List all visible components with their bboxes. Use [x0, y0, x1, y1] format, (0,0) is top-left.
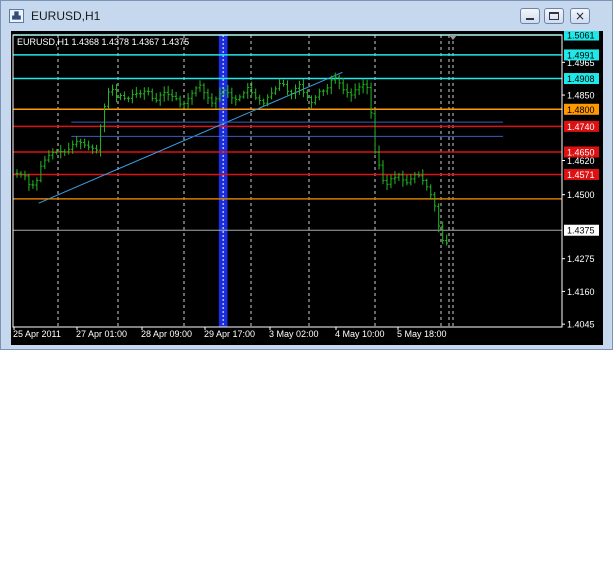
x-tick-label-1: 27 Apr 01:00	[76, 329, 127, 339]
y-tick-label-5: 1.4160	[567, 287, 595, 297]
close-icon: ×	[574, 9, 586, 23]
x-tick-label-5: 4 May 10:00	[335, 329, 385, 339]
close-button[interactable]: ×	[570, 8, 590, 24]
title-bar[interactable]: ▟▙ EURUSD,H1 ×	[1, 1, 612, 31]
x-tick-label-4: 3 May 02:00	[269, 329, 319, 339]
y-tick-label-2: 1.4620	[567, 156, 595, 166]
level-label-5: 1.4650	[567, 147, 595, 157]
chart-canvas[interactable]: 1.49651.48501.46201.45001.42751.41601.40…	[11, 31, 603, 345]
chart-info-label: EURUSD,H1 1.4368 1.4378 1.4367 1.4375	[17, 37, 189, 47]
maximize-button[interactable]	[544, 8, 564, 24]
y-tick-label-4: 1.4275	[567, 254, 595, 264]
y-tick-label-3: 1.4500	[567, 190, 595, 200]
maximize-icon	[549, 12, 559, 20]
x-tick-label-3: 29 Apr 17:00	[204, 329, 255, 339]
level-label-3: 1.4800	[567, 105, 595, 115]
level-label-2: 1.4908	[567, 74, 595, 84]
price-chart[interactable]: 1.4965 1.4850 1.4620 1.4500 1.4275 1.4160 1.40…	[11, 31, 603, 345]
level-label-4: 1.4740	[567, 122, 595, 132]
x-tick-label-6: 5 May 18:00	[397, 329, 447, 339]
chart-window-icon[interactable]: ▟▙	[9, 9, 24, 23]
minimize-icon	[526, 18, 534, 20]
y-tick-label-6: 1.4045	[567, 320, 595, 330]
window-title: EURUSD,H1	[31, 9, 101, 23]
x-tick-label-2: 28 Apr 09:00	[141, 329, 192, 339]
price-axis: 1.49651.48501.46201.45001.42751.41601.40…	[562, 58, 595, 330]
level-label-6: 1.4571	[567, 170, 595, 180]
chart-window: ▟▙ EURUSD,H1 × 1.4965 1.4850 1.4620 1.4500 1…	[0, 0, 613, 350]
level-label-8: 1.4375	[567, 226, 595, 236]
time-axis: 25 Apr 2011 27 Apr 01:00 28 Apr 09:00 29 Ap…	[13, 327, 447, 339]
level-label-1: 1.4991	[567, 50, 595, 60]
y-tick-label-1: 1.4850	[567, 91, 595, 101]
x-tick-label-0: 25 Apr 2011	[13, 329, 61, 339]
level-label-0: 1.5061	[567, 31, 595, 41]
minimize-button[interactable]	[520, 8, 540, 24]
